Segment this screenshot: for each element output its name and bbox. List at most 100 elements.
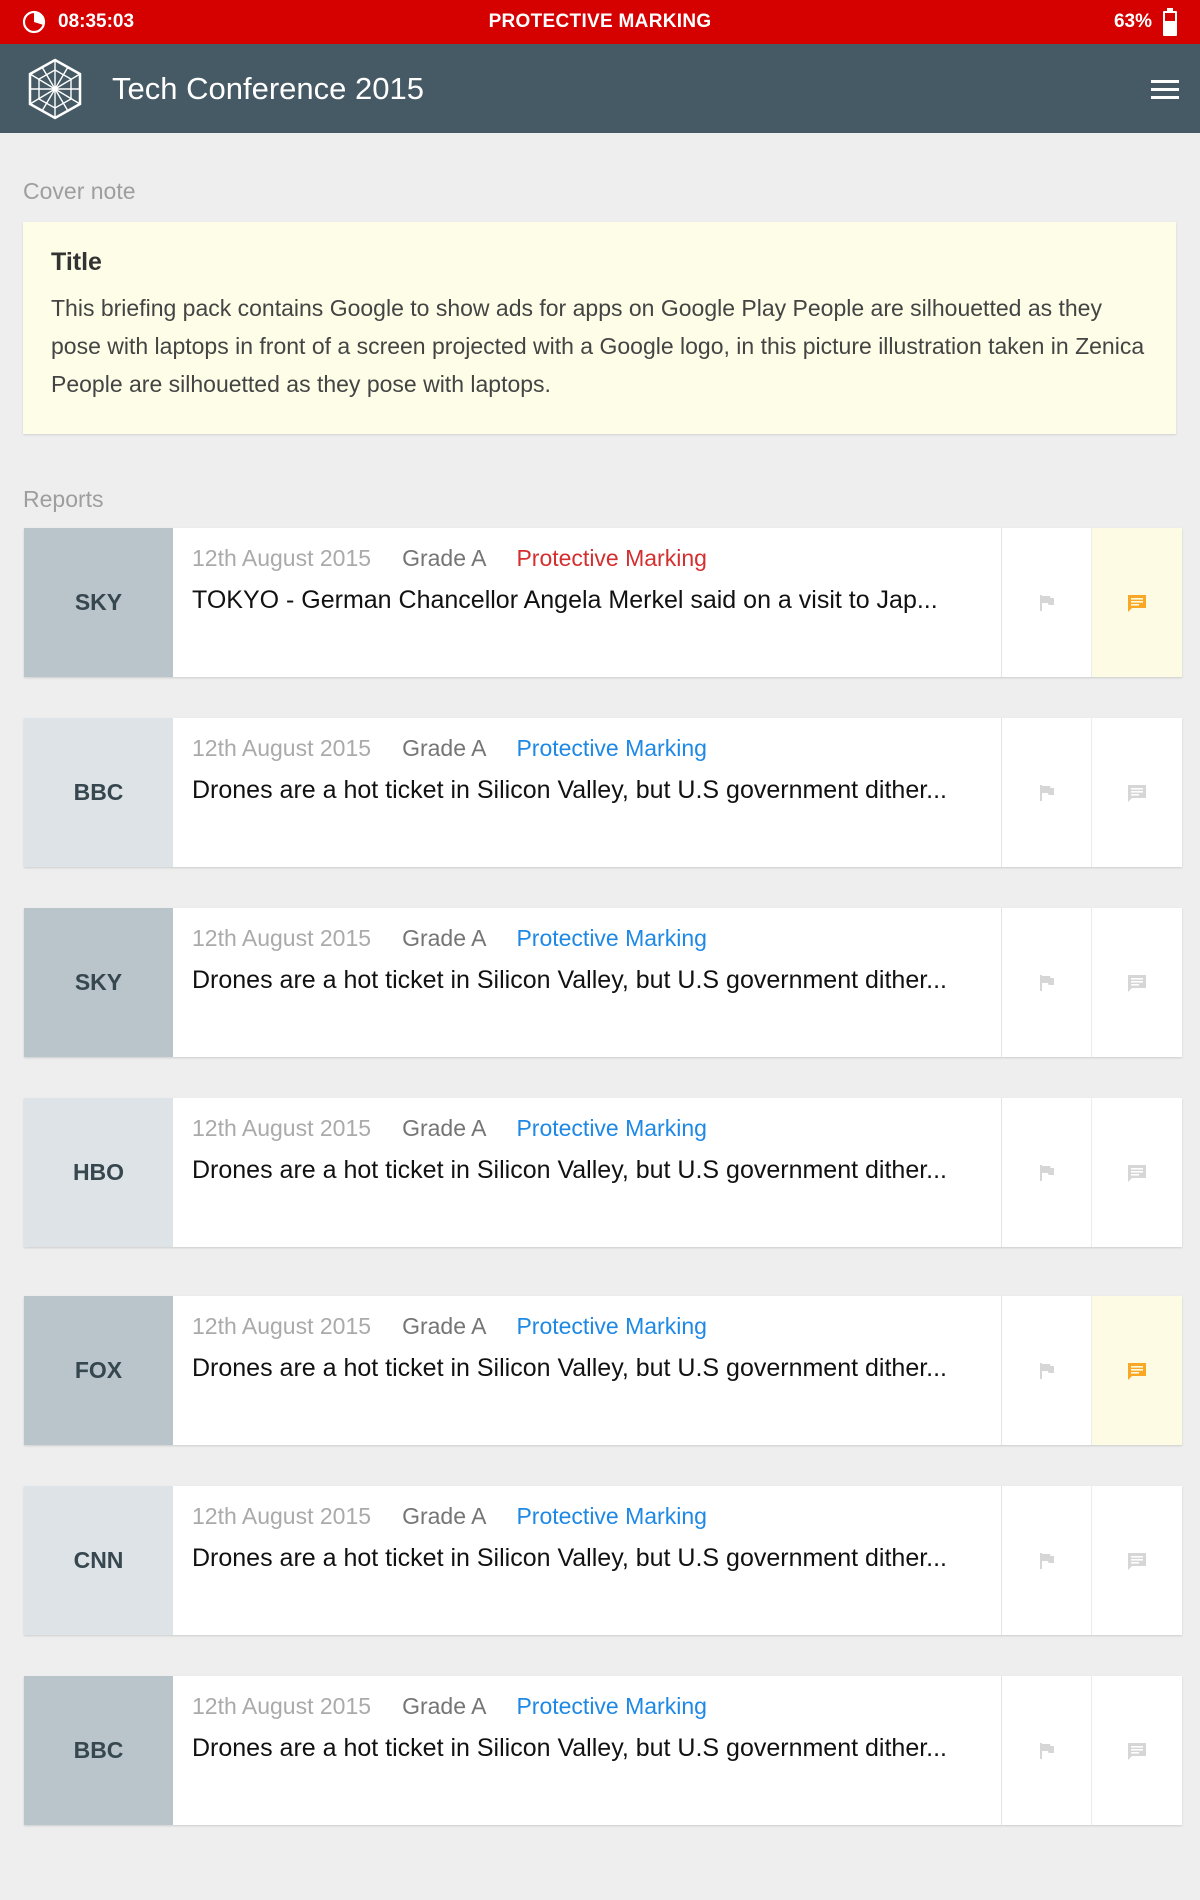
report-meta: 12th August 2015 Grade A Protective Mark… (192, 922, 983, 954)
flag-icon (1039, 1742, 1054, 1759)
report-content[interactable]: 12th August 2015 Grade A Protective Mark… (173, 1676, 1002, 1825)
report-grade: Grade A (402, 734, 487, 761)
report-date: 12th August 2015 (192, 734, 372, 761)
flag-button[interactable] (1002, 528, 1092, 677)
report-grade: Grade A (402, 1502, 487, 1529)
comment-button[interactable] (1092, 908, 1182, 1057)
flag-button[interactable] (1002, 1486, 1092, 1635)
report-date: 12th August 2015 (192, 1312, 372, 1339)
report-meta: 12th August 2015 Grade A Protective Mark… (192, 1500, 983, 1532)
report-date: 12th August 2015 (192, 1692, 372, 1719)
report-marking: Protective Marking (516, 924, 707, 951)
report-meta: 12th August 2015 Grade A Protective Mark… (192, 1310, 983, 1342)
report-content[interactable]: 12th August 2015 Grade A Protective Mark… (173, 1098, 1002, 1247)
report-row[interactable]: HBO 12th August 2015 Grade A Protective … (24, 1098, 1182, 1247)
comment-icon (1128, 1164, 1146, 1182)
report-headline: TOKYO - German Chancellor Angela Merkel … (192, 586, 938, 614)
reports-label: Reports (23, 486, 104, 512)
report-marking: Protective Marking (516, 544, 707, 571)
flag-icon (1039, 594, 1054, 611)
cover-note-card: Title This briefing pack contains Google… (23, 222, 1176, 434)
report-content[interactable]: 12th August 2015 Grade A Protective Mark… (173, 908, 1002, 1057)
flag-icon (1039, 1552, 1054, 1569)
flag-button[interactable] (1002, 1676, 1092, 1825)
report-content[interactable]: 12th August 2015 Grade A Protective Mark… (173, 1486, 1002, 1635)
report-headline: Drones are a hot ticket in Silicon Valle… (192, 1354, 948, 1382)
clock-icon (22, 10, 46, 34)
report-marking: Protective Marking (516, 1312, 707, 1339)
report-content[interactable]: 12th August 2015 Grade A Protective Mark… (173, 528, 1002, 677)
report-headline: Drones are a hot ticket in Silicon Valle… (192, 1156, 948, 1184)
report-grade: Grade A (402, 1692, 487, 1719)
comment-button[interactable] (1092, 1486, 1182, 1635)
report-row[interactable]: SKY 12th August 2015 Grade A Protective … (24, 908, 1182, 1057)
report-row[interactable]: FOX 12th August 2015 Grade A Protective … (24, 1296, 1182, 1445)
comment-button[interactable] (1092, 1296, 1182, 1445)
report-content[interactable]: 12th August 2015 Grade A Protective Mark… (173, 718, 1002, 867)
flag-icon (1039, 784, 1054, 801)
report-source: SKY (24, 528, 173, 677)
report-source: CNN (24, 1486, 173, 1635)
flag-icon (1039, 974, 1054, 991)
comment-icon (1128, 1362, 1146, 1380)
flag-button[interactable] (1002, 1296, 1092, 1445)
report-source: HBO (24, 1098, 173, 1247)
report-date: 12th August 2015 (192, 924, 372, 951)
comment-icon (1128, 784, 1146, 802)
report-marking: Protective Marking (516, 734, 707, 761)
comment-icon (1128, 594, 1146, 612)
report-marking: Protective Marking (516, 1692, 707, 1719)
flag-button[interactable] (1002, 1098, 1092, 1247)
comment-icon (1128, 1742, 1146, 1760)
cover-note-body: This briefing pack contains Google to sh… (51, 295, 1145, 397)
report-grade: Grade A (402, 1312, 487, 1339)
comment-button[interactable] (1092, 1098, 1182, 1247)
status-marking: PROTECTIVE MARKING (488, 11, 712, 32)
app-bar: Tech Conference 2015 (0, 44, 1200, 133)
report-marking: Protective Marking (516, 1502, 707, 1529)
comment-icon (1128, 974, 1146, 992)
status-time: 08:35:03 (58, 11, 135, 32)
flag-button[interactable] (1002, 718, 1092, 867)
flag-button[interactable] (1002, 908, 1092, 1057)
report-grade: Grade A (402, 924, 487, 951)
report-date: 12th August 2015 (192, 544, 372, 571)
report-grade: Grade A (402, 544, 487, 571)
report-date: 12th August 2015 (192, 1502, 372, 1529)
battery-icon (1162, 7, 1178, 37)
report-row[interactable]: BBC 12th August 2015 Grade A Protective … (24, 718, 1182, 867)
comment-button[interactable] (1092, 1676, 1182, 1825)
report-headline: Drones are a hot ticket in Silicon Valle… (192, 1734, 948, 1762)
flag-icon (1039, 1164, 1054, 1181)
app-title: Tech Conference 2015 (112, 70, 424, 106)
report-row[interactable]: SKY 12th August 2015 Grade A Protective … (24, 528, 1182, 677)
report-source: BBC (24, 718, 173, 867)
menu-icon[interactable] (1148, 72, 1182, 106)
comment-icon (1128, 1552, 1146, 1570)
report-source: FOX (24, 1296, 173, 1445)
battery-percent: 63% (1113, 11, 1152, 32)
report-meta: 12th August 2015 Grade A Protective Mark… (192, 1112, 983, 1144)
report-meta: 12th August 2015 Grade A Protective Mark… (192, 732, 983, 764)
comment-button[interactable] (1092, 528, 1182, 677)
status-right: 63% (1114, 7, 1178, 37)
app-logo-icon (22, 56, 88, 122)
flag-icon (1039, 1362, 1054, 1379)
cover-note-title: Title (51, 248, 102, 276)
status-bar: 08:35:03 PROTECTIVE MARKING 63% (0, 0, 1200, 44)
report-row[interactable]: BBC 12th August 2015 Grade A Protective … (24, 1676, 1182, 1825)
report-marking: Protective Marking (516, 1114, 707, 1141)
report-meta: 12th August 2015 Grade A Protective Mark… (192, 1690, 983, 1722)
report-headline: Drones are a hot ticket in Silicon Valle… (192, 966, 948, 994)
report-source: BBC (24, 1676, 173, 1825)
status-left: 08:35:03 (22, 10, 134, 34)
cover-note-label: Cover note (23, 178, 136, 204)
report-source: SKY (24, 908, 173, 1057)
report-headline: Drones are a hot ticket in Silicon Valle… (192, 776, 948, 804)
report-grade: Grade A (402, 1114, 487, 1141)
report-meta: 12th August 2015 Grade A Protective Mark… (192, 542, 983, 574)
comment-button[interactable] (1092, 718, 1182, 867)
report-content[interactable]: 12th August 2015 Grade A Protective Mark… (173, 1296, 1002, 1445)
report-date: 12th August 2015 (192, 1114, 372, 1141)
report-row[interactable]: CNN 12th August 2015 Grade A Protective … (24, 1486, 1182, 1635)
